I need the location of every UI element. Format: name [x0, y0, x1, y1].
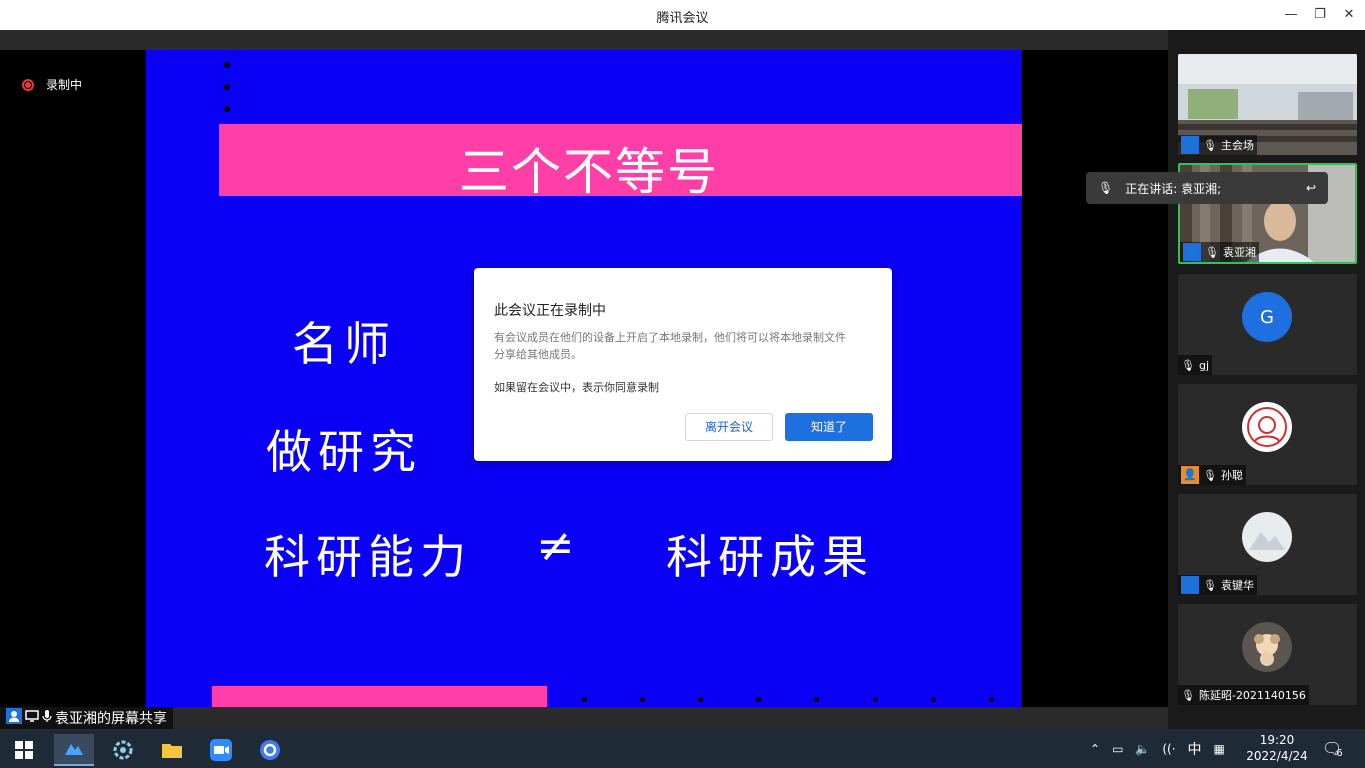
mic-muted-icon: 🎙: [1181, 688, 1195, 702]
participant-tile[interactable]: 🎙 陈延昭-2021140156: [1178, 604, 1357, 705]
file-explorer-icon[interactable]: [152, 734, 192, 766]
ime-grid-icon[interactable]: ▦: [1214, 742, 1225, 756]
wifi-icon[interactable]: ((·: [1162, 742, 1175, 756]
slide-dot: [582, 697, 587, 702]
participant-name-bar: 👤 🎙 袁亚湘: [1180, 242, 1259, 262]
participant-name-bar: 👤 🎙 孙聪: [1178, 465, 1246, 485]
mic-muted-icon: 🎙: [1098, 181, 1114, 195]
title-bar: 腾讯会议 — ❐ ✕: [0, 0, 1365, 30]
participant-name: 孙聪: [1220, 469, 1243, 482]
participant-tile[interactable]: 👤 🎙 主会场: [1178, 54, 1357, 155]
mic-muted-icon: 🎙: [1203, 578, 1217, 592]
app-gear-taskbar-icon[interactable]: [103, 734, 143, 766]
user-icon: [6, 708, 22, 728]
system-clock[interactable]: 19:20 2022/4/24: [1240, 732, 1314, 764]
slide-title: 三个不等号: [459, 143, 719, 201]
slide-line-3-left: 科研能力: [264, 530, 472, 584]
user-icon: 👤: [1183, 243, 1201, 261]
participant-name-bar: 👤 🎙 主会场: [1178, 135, 1257, 155]
screen-share-icon: [25, 710, 39, 726]
ime-indicator[interactable]: 中: [1188, 739, 1202, 759]
avatar: G: [1242, 292, 1292, 342]
browser-icon[interactable]: [250, 734, 290, 766]
windows-start-icon[interactable]: [4, 734, 44, 766]
speaking-indicator: 🎙 正在讲话: 袁亚湘; ↩: [1086, 172, 1328, 204]
slide-bullet: [224, 84, 230, 90]
user-icon: 👤: [1181, 466, 1199, 484]
got-it-button[interactable]: 知道了: [785, 413, 873, 441]
not-equal-symbol: ≠: [536, 518, 581, 572]
slide-line-1: 名师: [292, 317, 396, 371]
clock-time: 19:20: [1259, 733, 1295, 747]
network-device-icon[interactable]: ▭: [1112, 742, 1123, 756]
slide-title-banner: 三个不等号: [219, 124, 1022, 201]
slide-bottom-banner: [212, 686, 547, 707]
microphone-icon: [42, 709, 52, 727]
dialog-consent-text: 如果留在会议中，表示你同意录制: [494, 381, 659, 394]
avatar: [1242, 622, 1292, 672]
participant-name-bar: 👤 🎙 袁键华: [1178, 575, 1257, 595]
notification-count: 6: [1336, 748, 1343, 759]
speaking-label: 正在讲话: 袁亚湘;: [1125, 181, 1222, 196]
share-bar: 袁亚湘的屏幕共享: [0, 707, 1168, 729]
reply-icon[interactable]: ↩: [1306, 181, 1316, 195]
chevron-up-icon[interactable]: ⌃: [1090, 742, 1100, 756]
mic-icon: 🎙: [1205, 245, 1219, 259]
participant-name: 袁亚湘: [1222, 246, 1256, 259]
participant-tile[interactable]: 👤 🎙 袁键华: [1178, 494, 1357, 595]
slide-line-3-right: 科研成果: [666, 530, 874, 584]
avatar: [1242, 512, 1292, 562]
slide-line-2: 做研究: [266, 425, 422, 479]
slide-bullet: [224, 62, 230, 68]
participant-tile[interactable]: 👤 🎙 孙聪: [1178, 384, 1357, 485]
dialog-body: 有会议成员在他们的设备上开启了本地录制，他们将可以将本地录制文件分享给其他成员。: [494, 331, 846, 361]
share-tag: 袁亚湘的屏幕共享: [0, 707, 173, 729]
mic-muted-icon: 🎙: [1203, 138, 1217, 152]
participant-name: 陈延昭-2021140156: [1198, 689, 1306, 702]
mic-muted-icon: 🎙: [1181, 358, 1195, 372]
recording-label: 录制中: [46, 78, 83, 92]
window-title: 腾讯会议: [656, 11, 709, 26]
slide-dot: [989, 697, 994, 702]
participant-name-bar: 🎙 陈延昭-2021140156: [1178, 685, 1309, 705]
slide-dot: [698, 697, 703, 702]
slide-dot: [814, 697, 819, 702]
user-icon: 👤: [1181, 136, 1199, 154]
avatar: [1242, 402, 1292, 452]
slide-dot: [640, 697, 645, 702]
system-tray: ⌃ ▭ 🔈 ((· 中 ▦: [1090, 729, 1225, 768]
volume-icon[interactable]: 🔈: [1135, 742, 1150, 756]
recording-indicator: 录制中: [22, 76, 82, 93]
close-icon[interactable]: ✕: [1338, 6, 1360, 24]
record-icon: [22, 78, 34, 91]
tencent-meeting-taskbar-icon[interactable]: [54, 734, 94, 766]
notification-center[interactable]: 🗨 6: [1322, 729, 1343, 768]
minimize-icon[interactable]: —: [1280, 6, 1302, 24]
participant-name: 主会场: [1220, 139, 1254, 152]
slide-dot: [931, 697, 936, 702]
restore-icon[interactable]: ❐: [1309, 6, 1331, 24]
participant-name-bar: 🎙 gj: [1178, 355, 1213, 375]
stage-top-bar: [0, 30, 1168, 50]
slide-dot: [756, 697, 761, 702]
recording-notice-dialog: 此会议正在录制中 有会议成员在他们的设备上开启了本地录制，他们将可以将本地录制文…: [474, 268, 892, 461]
participant-tile[interactable]: G 🎙 gj: [1178, 274, 1357, 375]
leave-meeting-button[interactable]: 离开会议: [685, 413, 773, 441]
participant-name: 袁键华: [1220, 579, 1254, 592]
share-label: 袁亚湘的屏幕共享: [55, 711, 167, 727]
mic-muted-icon: 🎙: [1203, 468, 1217, 482]
slide-dot: [873, 697, 878, 702]
zoom-app-icon[interactable]: [201, 734, 241, 766]
participant-name: gj: [1198, 358, 1210, 372]
user-icon: 👤: [1181, 576, 1199, 594]
dialog-title: 此会议正在录制中: [494, 303, 606, 319]
slide-bullet: [224, 106, 230, 112]
taskbar: ⌃ ▭ 🔈 ((· 中 ▦ 19:20 2022/4/24 🗨 6: [0, 729, 1365, 768]
clock-date: 2022/4/24: [1246, 749, 1308, 763]
